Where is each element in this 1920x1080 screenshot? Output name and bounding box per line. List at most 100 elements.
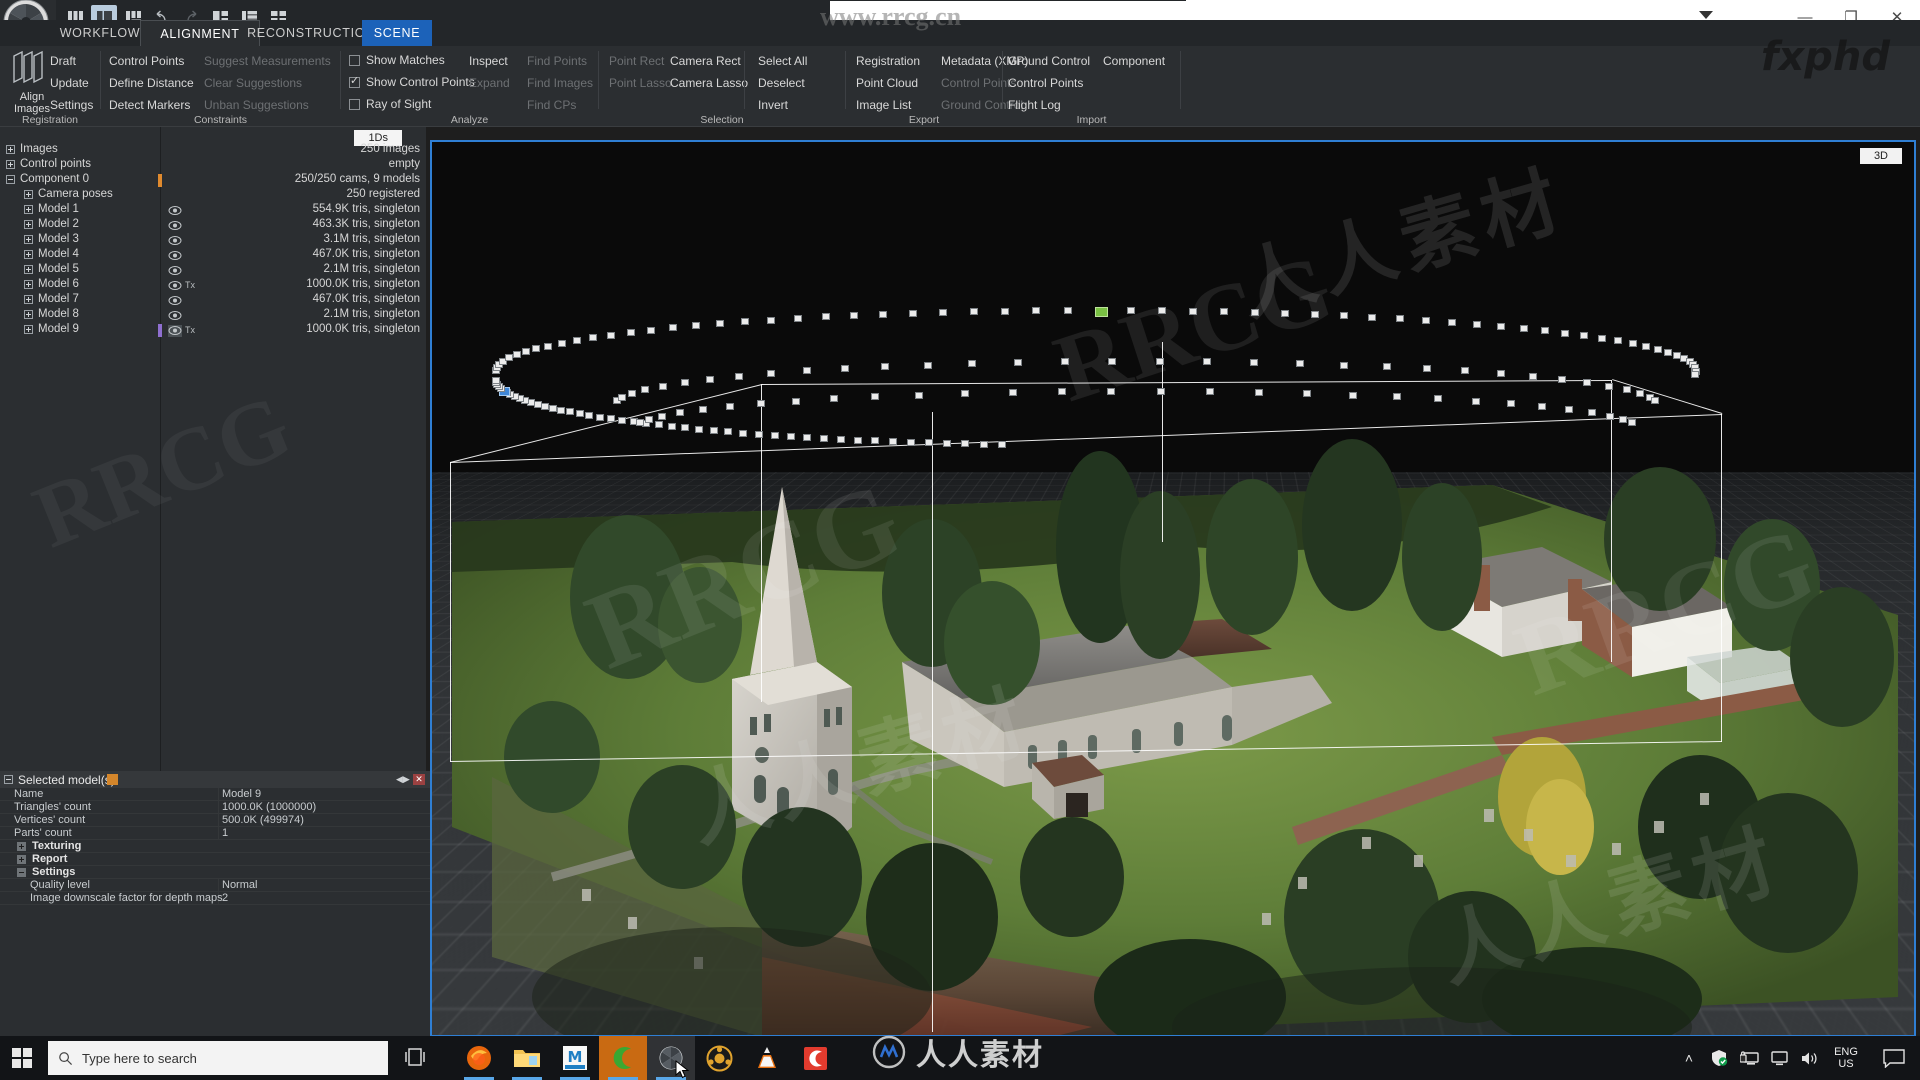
camera-pose-marker[interactable] (1619, 415, 1628, 423)
camera-pose-marker[interactable] (739, 429, 748, 437)
tree-row[interactable]: Component 0 250/250 cams, 9 models (0, 173, 426, 188)
checkbox-ray-of-sight[interactable]: Ray of Sight (349, 97, 431, 111)
ribbon-item-define-distance[interactable]: Define Distance (109, 76, 194, 90)
property-row[interactable]: Settings (0, 866, 430, 879)
camera-pose-marker[interactable] (1310, 311, 1319, 319)
camera-pose-marker[interactable] (836, 435, 845, 443)
camera-pose-marker[interactable] (607, 331, 616, 339)
camera-pose-marker[interactable] (871, 393, 880, 401)
security-shield-icon[interactable] (1704, 1036, 1734, 1080)
camera-pose-marker[interactable] (1583, 379, 1592, 387)
task-view-icon[interactable] (405, 1046, 431, 1070)
camera-pose-marker[interactable] (1348, 391, 1357, 399)
tree-row[interactable]: Model 6 Tx 1000.0K tris, singleton (0, 278, 426, 293)
tree-row[interactable]: Model 1 554.9K tris, singleton (0, 203, 426, 218)
expand-icon[interactable] (24, 310, 33, 319)
tray-chevron-icon[interactable]: ˄ (1674, 1036, 1704, 1080)
tree-row[interactable]: Control points empty (0, 158, 426, 173)
camera-pose-marker[interactable] (850, 312, 859, 320)
camera-pose-marker[interactable] (840, 365, 849, 373)
camera-pose-marker[interactable] (695, 425, 704, 433)
camera-pose-marker[interactable] (724, 428, 733, 436)
camera-pose-marker[interactable] (641, 386, 650, 394)
realitycapture-icon[interactable] (647, 1036, 695, 1080)
ribbon-item-control-points[interactable]: Control Points (109, 54, 184, 68)
camera-pose-marker[interactable] (1433, 395, 1442, 403)
camera-pose-marker[interactable] (572, 336, 581, 344)
camera-pose-marker[interactable] (888, 438, 897, 446)
expand-icon[interactable] (24, 190, 33, 199)
camera-pose-marker[interactable] (906, 438, 915, 446)
collapse-icon[interactable] (4, 775, 13, 784)
view-mode-badge-3d[interactable]: 3D (1859, 148, 1902, 164)
camera-pose-marker[interactable] (1541, 327, 1550, 335)
visibility-eye-icon[interactable] (168, 250, 182, 262)
camera-pose-marker[interactable] (699, 405, 708, 413)
camera-pose-marker[interactable] (961, 390, 970, 398)
camera-pose-marker[interactable] (740, 318, 749, 326)
camera-pose-marker[interactable] (1461, 367, 1470, 375)
tree-row[interactable]: Images 250 images (0, 143, 426, 158)
camera-pose-marker[interactable] (1628, 340, 1637, 348)
ribbon-item-invert[interactable]: Invert (758, 98, 788, 112)
capture-one-icon[interactable] (599, 1036, 647, 1080)
checkbox-show-matches[interactable]: Show Matches (349, 53, 445, 67)
c-app-icon[interactable] (791, 1036, 839, 1080)
checkbox-show-control-points[interactable]: Show Control Points (349, 74, 475, 89)
camera-pose-marker[interactable] (1255, 389, 1264, 397)
camera-pose-marker[interactable] (1537, 402, 1546, 410)
ribbon-item-select-all[interactable]: Select All (758, 54, 807, 68)
close-panel-button[interactable]: ✕ (413, 774, 425, 785)
property-value[interactable]: Normal (222, 879, 257, 891)
camera-pose-marker[interactable] (521, 348, 530, 356)
camera-pose-marker[interactable] (644, 415, 653, 423)
camera-pose-marker[interactable] (1528, 372, 1537, 380)
ribbon-item-deselect[interactable]: Deselect (758, 76, 805, 90)
camera-pose-marker[interactable] (1557, 375, 1566, 383)
camera-pose-marker[interactable] (915, 391, 924, 399)
texture-icon[interactable]: Tx (185, 280, 195, 290)
camera-pose-marker[interactable] (1506, 400, 1515, 408)
camera-pose-marker[interactable] (1395, 315, 1404, 323)
ribbon-item-import-control-points[interactable]: Control Points (1008, 76, 1083, 90)
camera-pose-marker[interactable] (680, 379, 689, 387)
notifications-icon[interactable] (1868, 1036, 1920, 1080)
camera-pose-marker[interactable] (1156, 388, 1165, 396)
camera-pose-marker[interactable] (924, 439, 933, 447)
camera-pose-marker[interactable] (1250, 309, 1259, 317)
expand-icon[interactable] (24, 220, 33, 229)
camera-pose-marker[interactable] (1690, 370, 1699, 378)
visibility-eye-icon[interactable] (168, 325, 182, 337)
camera-pose-marker[interactable] (1206, 388, 1215, 396)
camera-pose-marker[interactable] (617, 416, 626, 424)
camera-pose-marker[interactable] (757, 400, 766, 408)
tree-row[interactable]: Model 3 3.1M tris, singleton (0, 233, 426, 248)
camera-pose-marker[interactable] (606, 415, 615, 423)
camera-pose-marker[interactable] (1008, 389, 1017, 397)
camera-pose-marker[interactable] (766, 316, 775, 324)
camera-pose-marker[interactable] (961, 440, 970, 448)
media-player-icon[interactable] (695, 1036, 743, 1080)
camera-pose-marker[interactable] (979, 440, 988, 448)
chevron-down-icon[interactable] (1699, 11, 1713, 19)
ribbon-item-update[interactable]: Update (50, 76, 89, 90)
tree-row[interactable]: Model 4 467.0K tris, singleton (0, 248, 426, 263)
camera-pose-marker[interactable] (1157, 307, 1166, 315)
camera-pose-marker[interactable] (589, 334, 598, 342)
expand-icon[interactable] (24, 265, 33, 274)
camera-pose-marker[interactable] (1614, 337, 1623, 345)
camera-pose-marker[interactable] (879, 310, 888, 318)
vlc-icon[interactable] (743, 1036, 791, 1080)
search-input[interactable]: Type here to search (48, 1041, 388, 1075)
ribbon-item-draft[interactable]: Draft (50, 54, 76, 68)
camera-pose-marker[interactable] (1496, 370, 1505, 378)
camera-pose-marker[interactable] (667, 422, 676, 430)
expand-icon[interactable] (24, 205, 33, 214)
camera-pose-marker[interactable] (557, 339, 566, 347)
camera-pose-marker[interactable] (871, 437, 880, 445)
camera-pose-marker[interactable] (1664, 348, 1673, 356)
collapse-icon[interactable] (6, 175, 15, 184)
camera-pose-marker[interactable] (939, 308, 948, 316)
visibility-eye-icon[interactable] (168, 280, 182, 292)
camera-pose-marker[interactable] (792, 397, 801, 405)
